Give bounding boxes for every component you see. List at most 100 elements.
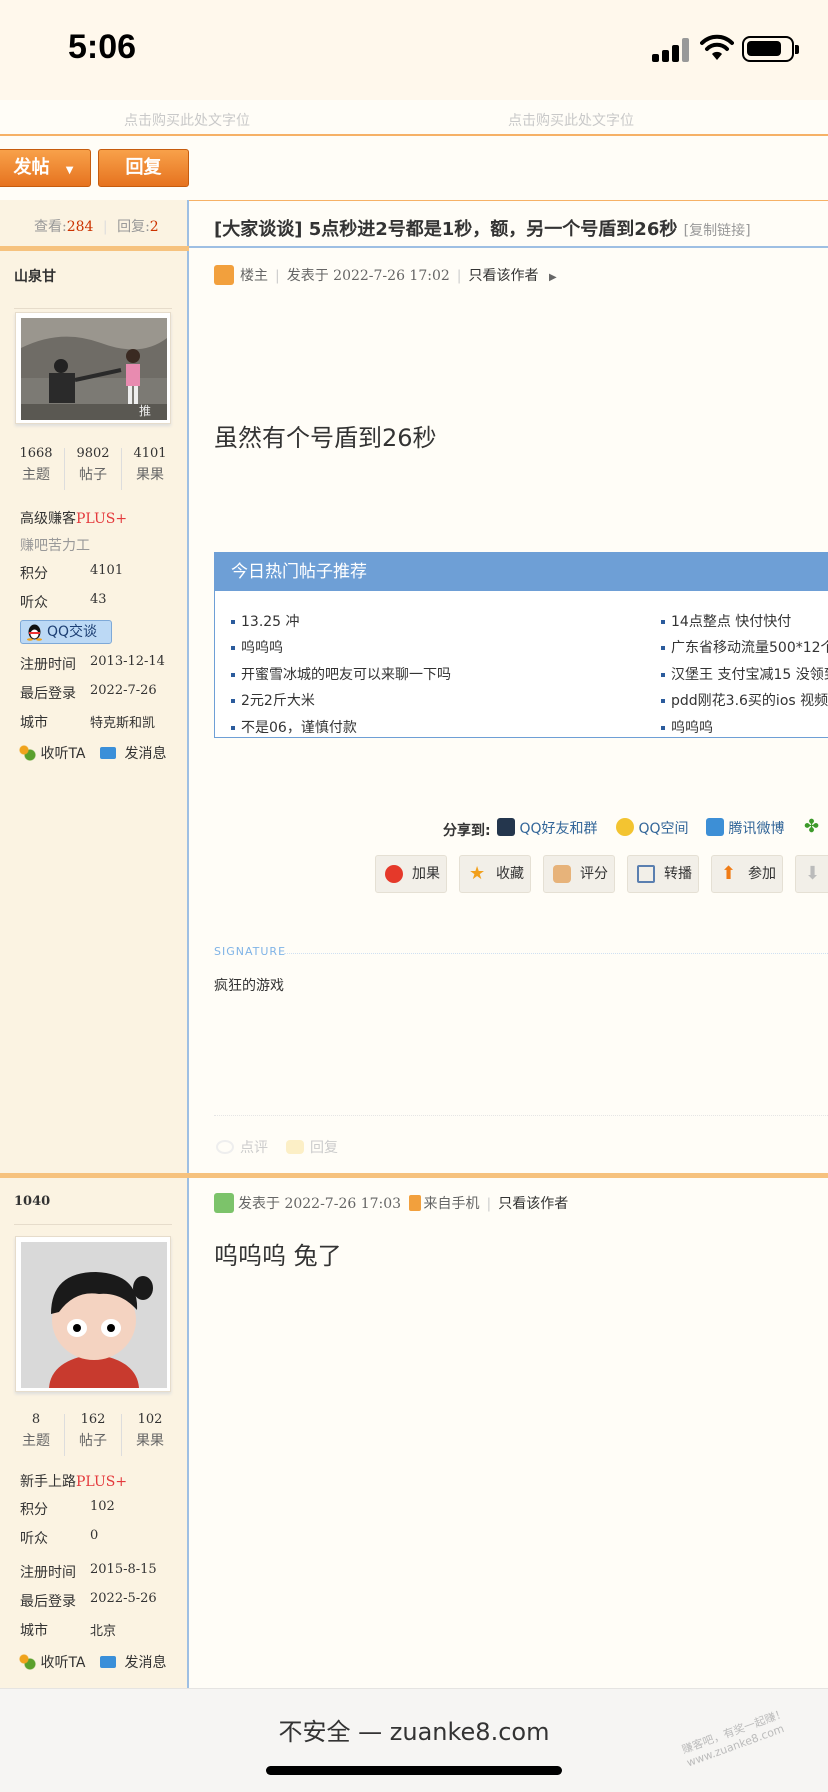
signature-label: SIGNATURE xyxy=(214,945,287,958)
only-author-link[interactable]: 只看该作者 xyxy=(469,268,539,284)
count-threads[interactable]: 8 主题 xyxy=(8,1410,64,1452)
qq-chat-button[interactable]: QQ交谈 xyxy=(20,620,112,644)
rate-label: 评分 xyxy=(580,866,608,882)
signature-divider xyxy=(284,953,828,954)
post2-avatar[interactable] xyxy=(15,1236,171,1392)
only-author-link[interactable]: 只看该作者 xyxy=(498,1196,568,1212)
post1-content: 虽然有个号盾到26秒 xyxy=(214,424,437,452)
reply-button[interactable]: 回复 xyxy=(98,149,189,187)
hot-item[interactable]: 呜呜呜 xyxy=(231,637,283,657)
hot-item[interactable]: pdd刚花3.6买的ios 视频年 xyxy=(661,690,828,710)
post-reply-label: 回复 xyxy=(310,1140,338,1156)
star-icon: ★ xyxy=(469,863,486,884)
arrow-down-icon: ⬇ xyxy=(805,863,821,884)
more-button[interactable]: ⬇ xyxy=(795,855,828,893)
rank-plus: PLUS+ xyxy=(76,511,128,527)
rate-button[interactable]: 评分 xyxy=(543,855,615,893)
share-qq-friends-label: QQ好友和群 xyxy=(519,821,598,837)
share-qzone[interactable]: QQ空间 xyxy=(616,818,689,838)
post2-author-name[interactable]: 1040 xyxy=(14,1194,50,1209)
post2-listeners: 听众 0 xyxy=(20,1528,99,1547)
hot-item[interactable]: 2元2斤大米 xyxy=(231,690,315,710)
views-count: 284 xyxy=(66,219,94,235)
post1-rank[interactable]: 高级赚客PLUS+ xyxy=(20,508,127,528)
battery-icon xyxy=(742,36,799,62)
share-weibo[interactable]: 腾讯微博 xyxy=(706,818,784,838)
follow-label: 收听TA xyxy=(40,746,86,762)
post1-message-link[interactable]: 发消息 xyxy=(100,743,166,763)
forward-button[interactable]: 转播 xyxy=(627,855,699,893)
home-indicator[interactable] xyxy=(266,1766,562,1775)
signature-text: 疯狂的游戏 xyxy=(214,978,284,994)
post-footer-divider xyxy=(214,1115,828,1116)
post2-follow-link[interactable]: 收听TA xyxy=(18,1652,86,1672)
header-divider xyxy=(0,134,828,136)
author-name-divider xyxy=(14,1224,172,1225)
count-posts[interactable]: 9802 帖子 xyxy=(65,444,121,486)
hot-posts-title: 今日热门帖子推荐 xyxy=(215,553,828,591)
comment-icon xyxy=(216,1140,234,1154)
hot-posts-box: 今日热门帖子推荐 13.25 冲 呜呜呜 开蜜雪冰城的吧友可以来聊一下吗 2元2… xyxy=(214,552,828,738)
rank-text: 新手上路 xyxy=(20,1474,76,1490)
views-label: 查看: xyxy=(34,219,67,235)
post2-points: 积分 102 xyxy=(20,1499,115,1518)
post1-avatar[interactable]: 推 xyxy=(15,312,171,424)
author-name-divider xyxy=(14,308,172,309)
comment-link[interactable]: 点评 xyxy=(216,1137,268,1157)
replies-count: 2 xyxy=(149,219,159,235)
copy-link[interactable]: [复制链接] xyxy=(684,223,751,239)
post1-points: 积分 4101 xyxy=(20,563,124,582)
post1-follow-link[interactable]: 收听TA xyxy=(18,743,86,763)
post-separator xyxy=(0,1173,828,1178)
post1-listeners: 听众 43 xyxy=(20,592,107,611)
post1-author-name[interactable]: 山泉甘 xyxy=(14,266,56,286)
hot-item[interactable]: 广东省移动流量500*12个 xyxy=(661,637,828,657)
post2-content: 呜呜呜 兔了 xyxy=(214,1242,342,1270)
title-top-line xyxy=(189,200,828,201)
hot-item[interactable]: 13.25 冲 xyxy=(231,611,300,631)
add-fruit-button[interactable]: 加果 xyxy=(375,855,447,893)
post1-register: 注册时间 2013-12-14 xyxy=(20,654,165,673)
mail-icon xyxy=(100,747,116,759)
sidebar-divider xyxy=(0,246,189,251)
post2-message-link[interactable]: 发消息 xyxy=(100,1652,166,1672)
cellular-signal-icon xyxy=(652,38,690,62)
hot-item[interactable]: 呜呜呜 xyxy=(661,717,713,737)
share-qq-friends[interactable]: QQ好友和群 xyxy=(497,818,598,838)
mail-icon xyxy=(100,1656,116,1668)
reply-bubble-icon xyxy=(286,1140,304,1154)
add-fruit-label: 加果 xyxy=(412,866,440,882)
weibo-icon xyxy=(706,818,724,836)
count-threads[interactable]: 1668 主题 xyxy=(8,444,64,486)
post2-meta: 发表于 2022-7-26 17:03 来自手机 | 只看该作者 xyxy=(214,1193,568,1213)
ad-text-right[interactable]: 点击购买此处文字位 xyxy=(508,110,634,130)
follow-label: 收听TA xyxy=(40,1655,86,1671)
favorite-button[interactable]: ★ 收藏 xyxy=(459,855,531,893)
qq-penguin-icon xyxy=(497,818,515,836)
join-button[interactable]: ⬆ 参加 xyxy=(711,855,783,893)
count-fruits[interactable]: 4101 果果 xyxy=(122,444,178,486)
avatar-cartoon xyxy=(21,1242,167,1388)
chevron-down-icon: ▼ xyxy=(65,165,74,176)
clover-icon[interactable]: ✤ xyxy=(804,818,822,836)
hot-item[interactable]: 14点整点 快付快付 xyxy=(661,611,791,631)
post2-rank[interactable]: 新手上路PLUS+ xyxy=(20,1471,127,1491)
post2-time: 发表于 2022-7-26 17:03 xyxy=(238,1196,402,1212)
hot-item[interactable]: 不是06，谨慎付款 xyxy=(231,717,357,737)
count-posts[interactable]: 162 帖子 xyxy=(65,1410,121,1452)
title-divider xyxy=(189,246,828,248)
count-fruits[interactable]: 102 果果 xyxy=(122,1410,178,1452)
from-mobile-label: 来自手机 xyxy=(423,1196,480,1212)
post1-city: 城市 特克斯和凯 xyxy=(20,715,156,731)
svg-text:推: 推 xyxy=(139,404,151,418)
hot-item[interactable]: 汉堡王 支付宝减15 没领到 xyxy=(661,664,828,684)
post-reply-link[interactable]: 回复 xyxy=(286,1137,338,1157)
favorite-label: 收藏 xyxy=(496,866,524,882)
status-time: 5:06 xyxy=(68,28,137,66)
new-post-button[interactable]: 发帖 ▼ xyxy=(0,149,91,187)
post1-subtitle: 赚吧苦力工 xyxy=(20,538,90,554)
thread-stats: 查看:284 | 回复:2 xyxy=(34,219,159,235)
ad-text-left[interactable]: 点击购买此处文字位 xyxy=(124,110,250,130)
forward-label: 转播 xyxy=(664,866,692,882)
hot-item[interactable]: 开蜜雪冰城的吧友可以来聊一下吗 xyxy=(231,664,451,684)
